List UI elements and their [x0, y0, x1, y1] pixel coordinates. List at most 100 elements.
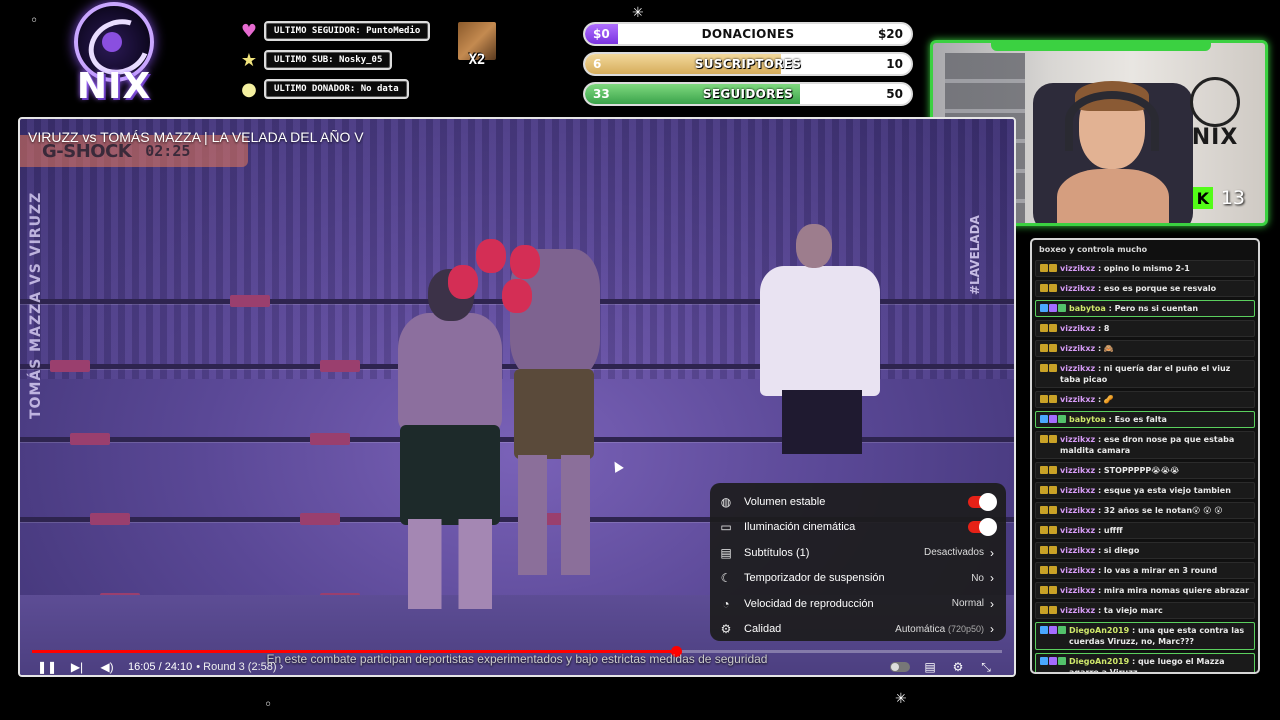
- menu-item-label: Subtítulos (1): [744, 546, 810, 559]
- menu-item-value: Desactivados: [923, 547, 984, 559]
- chat-message-content: DiegoAn2019 : una que esta contra las cu…: [1069, 625, 1250, 647]
- chat-username[interactable]: vizzikxz: [1060, 324, 1098, 333]
- chat-username[interactable]: vizzikxz: [1060, 586, 1098, 595]
- followers-target: 50: [886, 87, 903, 101]
- menu-item-label: Temporizador de suspensión: [744, 572, 885, 585]
- chat-username[interactable]: vizzikxz: [1060, 264, 1098, 273]
- chat-message-content: boxeo y controla mucho: [1039, 244, 1251, 255]
- badge-icon: [1040, 435, 1048, 443]
- chat-text: : opino lo mismo 2-1: [1097, 264, 1190, 273]
- chat-text: : eso es porque se resvalo: [1097, 284, 1217, 293]
- chat-username[interactable]: vizzikxz: [1060, 546, 1098, 555]
- chat-message-content: vizzikxz : si diego: [1060, 545, 1250, 556]
- headset-icon: [1065, 91, 1159, 151]
- video-title[interactable]: VIRUZZ vs TOMÁS MAZZA | LA VELADA DEL AÑ…: [28, 129, 364, 145]
- badge-icon: [1049, 264, 1057, 272]
- badge-icon: [1049, 626, 1057, 634]
- badge-icon: [1049, 324, 1057, 332]
- ambient-mode-toggle[interactable]: [968, 518, 997, 537]
- pause-icon[interactable]: ❚❚: [34, 660, 60, 674]
- chat-message: vizzikxz : mira mira nomas quiere abraza…: [1035, 582, 1255, 599]
- menu-item-value: Normal: [951, 598, 984, 610]
- menu-item-subtitles[interactable]: ▤ Subtítulos (1) Desactivados ›: [710, 540, 1006, 566]
- subs-label: SUSCRIPTORES: [694, 57, 802, 71]
- badge-icon: [1040, 657, 1048, 665]
- chat-message: vizzikxz : 32 años se le notan😮 😮 😮: [1035, 502, 1255, 519]
- badge-icon: [1040, 395, 1048, 403]
- chat-username[interactable]: vizzikxz: [1060, 395, 1098, 404]
- chat-message-content: babytoa : Pero ns si cuentan: [1069, 303, 1250, 314]
- badge-icon: [1049, 466, 1057, 474]
- chat-badges: [1040, 303, 1066, 314]
- chat-text: : uffff: [1097, 526, 1123, 535]
- webcam-logo: NIX: [1183, 77, 1247, 150]
- chat-username[interactable]: DiegoAn2019: [1069, 657, 1132, 666]
- chapter-button[interactable]: • Round 3 (2:58) ›: [196, 661, 283, 673]
- heart-icon: ♥: [240, 20, 258, 42]
- chat-username[interactable]: vizzikxz: [1060, 344, 1098, 353]
- exit-fullscreen-icon[interactable]: ⤡: [972, 660, 1000, 675]
- chat-badges: [1040, 565, 1057, 576]
- chat-badges: [1040, 485, 1057, 496]
- badge-icon: [1049, 364, 1057, 372]
- menu-item-label: Calidad: [744, 623, 782, 636]
- menu-item-stable-volume[interactable]: ◍ Volumen estable: [710, 489, 1006, 515]
- chat-message-content: vizzikxz : lo vas a mirar en 3 round: [1060, 565, 1250, 576]
- badge-icon: [1040, 324, 1048, 332]
- chat-panel[interactable]: boxeo y controla mucho vizzikxz : opino l…: [1030, 238, 1260, 674]
- subtitles-icon: ▤: [720, 545, 732, 560]
- chat-username[interactable]: vizzikxz: [1060, 506, 1098, 515]
- chat-message: vizzikxz : 🙈: [1035, 340, 1255, 357]
- last-follower-alert: ♥ ULTIMO SEGUIDOR: PuntoMedio: [236, 20, 431, 42]
- menu-item-quality[interactable]: ⚙ Calidad Automática (720p50) ›: [710, 617, 1006, 643]
- sparkle-icon: ✳: [632, 5, 644, 21]
- chat-username[interactable]: DiegoAn2019: [1069, 626, 1132, 635]
- ambient-mode-icon: ▭: [720, 520, 732, 535]
- menu-item-value: No: [971, 572, 984, 584]
- menu-item-sleep-timer[interactable]: ☾ Temporizador de suspensión No ›: [710, 566, 1006, 592]
- chat-username[interactable]: babytoa: [1069, 304, 1109, 313]
- chat-username[interactable]: vizzikxz: [1060, 486, 1098, 495]
- gear-icon[interactable]: ⚙: [944, 660, 972, 674]
- badge-icon: [1049, 606, 1057, 614]
- player-controls: ❚❚ ▶| ◀) 16:05 / 24:10 • Round 3 (2:58) …: [20, 657, 1014, 675]
- chat-message-content: vizzikxz : eso es porque se resvalo: [1060, 283, 1250, 294]
- chat-badges: [1040, 323, 1057, 334]
- chat-username[interactable]: vizzikxz: [1060, 566, 1098, 575]
- volume-icon[interactable]: ◀): [94, 660, 120, 674]
- chat-username[interactable]: vizzikxz: [1060, 466, 1098, 475]
- donations-target: $20: [877, 27, 903, 41]
- boxer-figure: [380, 269, 520, 609]
- subs-target: 10: [886, 57, 903, 71]
- streamer-figure: [1053, 81, 1173, 223]
- quality-value: Automática: [895, 623, 946, 635]
- video-player[interactable]: G-SHOCK 02:25 VIRUZZ vs TOMÁS MAZZA | LA…: [18, 117, 1016, 677]
- next-icon[interactable]: ▶|: [64, 660, 90, 674]
- badge-icon: [1040, 486, 1048, 494]
- chat-username[interactable]: vizzikxz: [1060, 435, 1098, 444]
- sparkle-icon: ◦: [264, 697, 273, 713]
- chat-message: DiegoAn2019 : que luego el Mazza agarre …: [1035, 653, 1255, 672]
- stable-volume-icon: ◍: [720, 494, 732, 509]
- chat-badges: [1040, 545, 1057, 556]
- chat-badges: [1040, 585, 1057, 596]
- menu-item-playback-speed[interactable]: ◔ Velocidad de reproducción Normal ›: [710, 591, 1006, 617]
- chat-username[interactable]: babytoa: [1069, 415, 1109, 424]
- chat-text: : 8: [1097, 324, 1110, 333]
- menu-item-ambient-mode[interactable]: ▭ Iluminación cinemática: [710, 515, 1006, 541]
- badge-icon: [1058, 626, 1066, 634]
- sparkle-icon: ◦: [30, 13, 39, 29]
- chat-username[interactable]: vizzikxz: [1060, 526, 1098, 535]
- subs-goal-bar: 6 SUSCRIPTORES 10: [583, 52, 913, 76]
- chat-username[interactable]: vizzikxz: [1060, 364, 1098, 373]
- chat-username[interactable]: vizzikxz: [1060, 284, 1098, 293]
- boxing-glove: [448, 265, 478, 299]
- autoplay-toggle[interactable]: [890, 662, 910, 672]
- stable-volume-toggle[interactable]: [968, 492, 997, 511]
- badge-icon: [1040, 284, 1048, 292]
- chat-username[interactable]: vizzikxz: [1060, 606, 1098, 615]
- subtitles-icon[interactable]: ▤: [916, 660, 944, 674]
- chat-text: : Eso es falta: [1108, 415, 1167, 424]
- chat-message: vizzikxz : esque ya esta viejo tambien: [1035, 482, 1255, 499]
- boxer-legs: [408, 519, 492, 609]
